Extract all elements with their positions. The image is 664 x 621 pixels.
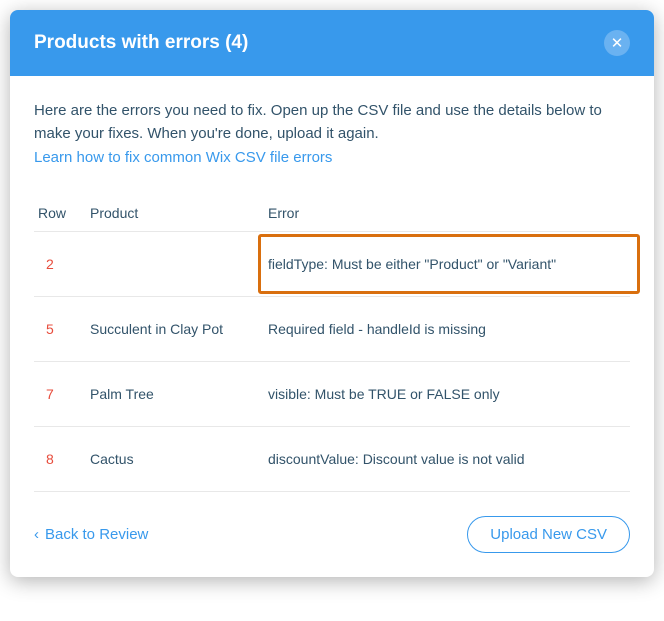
row-number: 8 [34, 451, 90, 467]
row-error: fieldType: Must be either "Product" or "… [268, 256, 630, 272]
chevron-left-icon: ‹ [34, 526, 39, 543]
close-icon: ✕ [611, 36, 624, 51]
row-error: discountValue: Discount value is not val… [268, 451, 630, 467]
upload-new-csv-button[interactable]: Upload New CSV [467, 516, 630, 553]
row-error: Required field - handleId is missing [268, 321, 630, 337]
modal-footer: ‹ Back to Review Upload New CSV [10, 492, 654, 577]
col-header-error: Error [268, 205, 630, 221]
error-modal: Products with errors (4) ✕ Here are the … [10, 10, 654, 577]
modal-body: Here are the errors you need to fix. Ope… [10, 76, 654, 492]
table-row: 7 Palm Tree visible: Must be TRUE or FAL… [34, 362, 630, 427]
error-table: Row Product Error 2 fieldType: Must be e… [34, 195, 630, 492]
col-header-row: Row [34, 205, 90, 221]
table-header: Row Product Error [34, 195, 630, 232]
table-row: 8 Cactus discountValue: Discount value i… [34, 427, 630, 492]
close-button[interactable]: ✕ [604, 30, 630, 56]
back-label: Back to Review [45, 526, 148, 543]
back-to-review-link[interactable]: ‹ Back to Review [34, 526, 148, 543]
learn-link[interactable]: Learn how to fix common Wix CSV file err… [34, 149, 332, 166]
col-header-product: Product [90, 205, 268, 221]
row-number: 2 [34, 256, 90, 272]
modal-title: Products with errors (4) [34, 32, 248, 54]
row-product: Succulent in Clay Pot [90, 321, 268, 337]
table-row: 5 Succulent in Clay Pot Required field -… [34, 297, 630, 362]
row-product: Cactus [90, 451, 268, 467]
intro-text: Here are the errors you need to fix. Ope… [34, 100, 630, 145]
row-error: visible: Must be TRUE or FALSE only [268, 386, 630, 402]
table-row: 2 fieldType: Must be either "Product" or… [34, 232, 630, 297]
row-product: Palm Tree [90, 386, 268, 402]
error-text: fieldType: Must be either "Product" or "… [268, 256, 556, 272]
row-number: 5 [34, 321, 90, 337]
modal-header: Products with errors (4) ✕ [10, 10, 654, 76]
row-number: 7 [34, 386, 90, 402]
